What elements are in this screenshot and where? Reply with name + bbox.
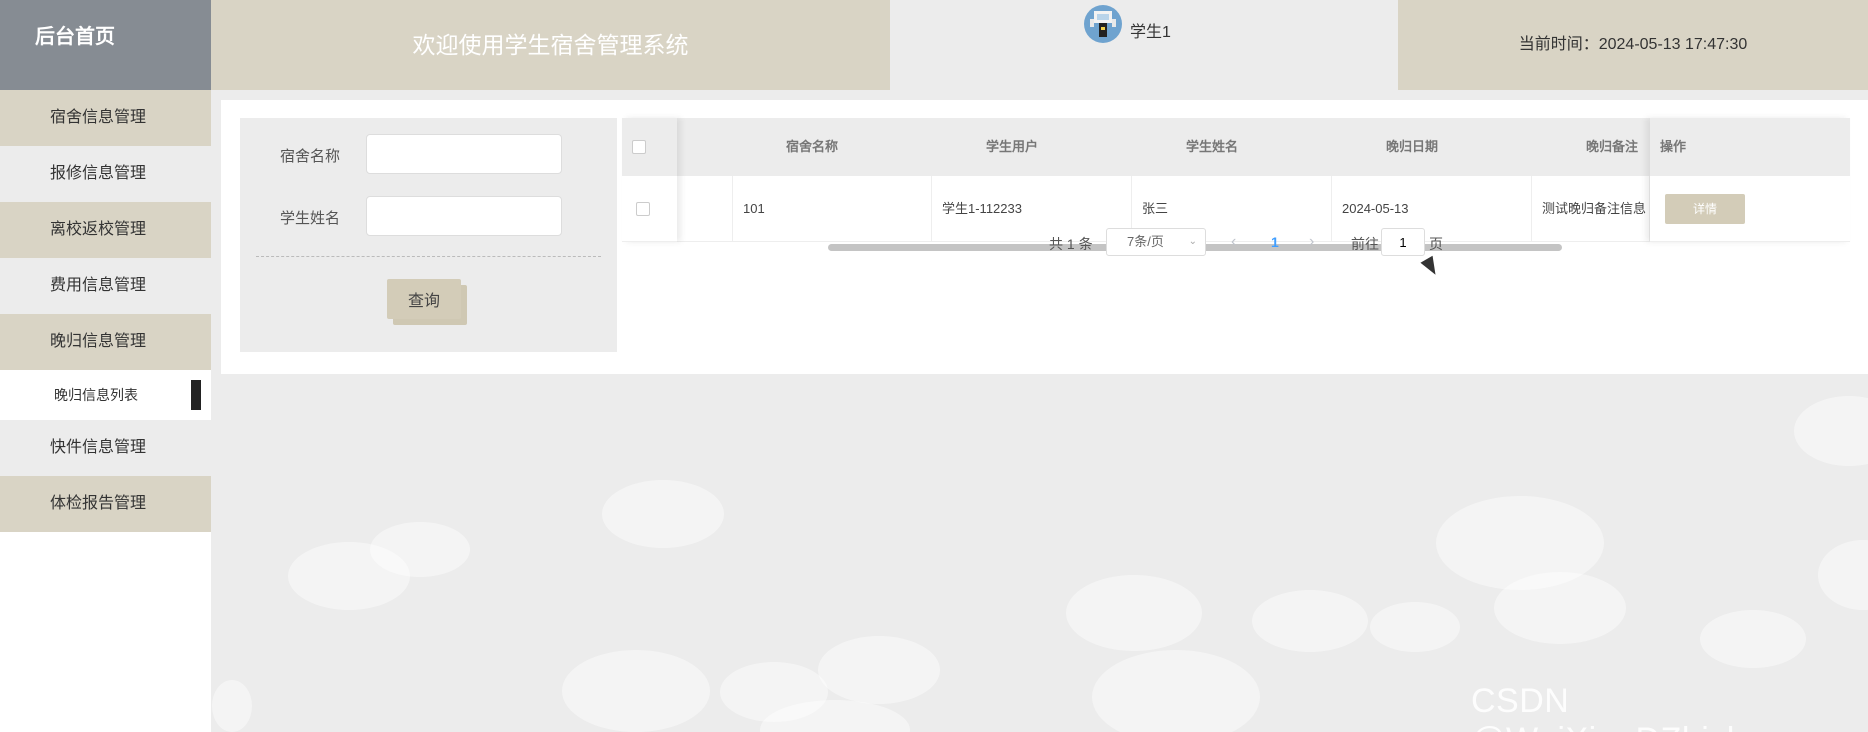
fixed-column-left bbox=[622, 118, 677, 242]
goto-page-input[interactable] bbox=[1381, 228, 1425, 256]
page-word: 页 bbox=[1429, 236, 1443, 252]
col-late-date[interactable]: 晚归日期 bbox=[1332, 118, 1492, 176]
current-time: 当前时间：2024-05-13 17:47:30 bbox=[1398, 0, 1868, 90]
time-value: 2024-05-13 17:47:30 bbox=[1598, 36, 1748, 53]
sidebar-item-dorm[interactable]: 宿舍信息管理 bbox=[0, 90, 211, 146]
col-student-user[interactable]: 学生用户 bbox=[932, 118, 1092, 176]
sidebar-item-late-return[interactable]: 晚归信息管理 bbox=[0, 314, 211, 370]
sidebar-item-leave-return[interactable]: 离校返校管理 bbox=[0, 202, 211, 258]
pagination: 共 1 条 7条/页 ⌄ ‹ 1 › 前往 页 bbox=[221, 228, 1868, 258]
admin-home-link[interactable]: 后台首页 bbox=[0, 0, 211, 90]
username: 学生1 bbox=[1130, 24, 1171, 41]
sidebar-item-health-report[interactable]: 体检报告管理 bbox=[0, 476, 211, 532]
welcome-banner: 欢迎使用学生宿舍管理系统 bbox=[211, 0, 890, 90]
student-name-label: 学生姓名 bbox=[280, 210, 341, 227]
prev-page-icon[interactable]: ‹ bbox=[1231, 233, 1236, 251]
time-label: 当前时间： bbox=[1518, 36, 1599, 53]
goto-label: 前往 bbox=[1351, 236, 1379, 252]
fixed-column-right bbox=[1650, 118, 1850, 242]
col-dorm-name[interactable]: 宿舍名称 bbox=[732, 118, 892, 176]
dorm-name-row: 宿舍名称 bbox=[240, 134, 617, 174]
search-button[interactable]: 查询 bbox=[387, 279, 461, 319]
user-avatar-icon bbox=[1090, 11, 1116, 37]
chevron-down-icon: ⌄ bbox=[1188, 236, 1197, 247]
user-area: 学生1 bbox=[890, 0, 1398, 90]
dorm-name-input[interactable] bbox=[366, 134, 562, 174]
avatar[interactable] bbox=[1084, 5, 1122, 43]
active-marker bbox=[191, 380, 201, 410]
sidebar-subitem-late-return-list[interactable]: 晚归信息列表 bbox=[0, 370, 211, 420]
page-number-current[interactable]: 1 bbox=[1271, 234, 1279, 250]
col-student-name[interactable]: 学生姓名 bbox=[1132, 118, 1292, 176]
watermark: CSDN @WeiXin_DZbishe bbox=[1471, 682, 1765, 732]
dorm-name-label: 宿舍名称 bbox=[280, 148, 341, 165]
pagination-total: 共 1 条 bbox=[1049, 236, 1093, 252]
sidebar: 宿舍信息管理 报修信息管理 离校返校管理 费用信息管理 晚归信息管理 晚归信息列… bbox=[0, 90, 211, 732]
sidebar-subitem-label: 晚归信息列表 bbox=[54, 387, 138, 403]
sidebar-item-repair[interactable]: 报修信息管理 bbox=[0, 146, 211, 202]
page-size-value: 7条/页 bbox=[1127, 234, 1164, 249]
sidebar-item-fees[interactable]: 费用信息管理 bbox=[0, 258, 211, 314]
page-size-select[interactable]: 7条/页 ⌄ bbox=[1106, 228, 1206, 256]
next-page-icon[interactable]: › bbox=[1309, 233, 1314, 251]
main-content: 宿舍名称 学生姓名 查询 宿舍名称 学生用户 学生姓名 晚归日期 晚归备注 操作… bbox=[221, 100, 1868, 374]
sidebar-item-parcels[interactable]: 快件信息管理 bbox=[0, 420, 211, 476]
